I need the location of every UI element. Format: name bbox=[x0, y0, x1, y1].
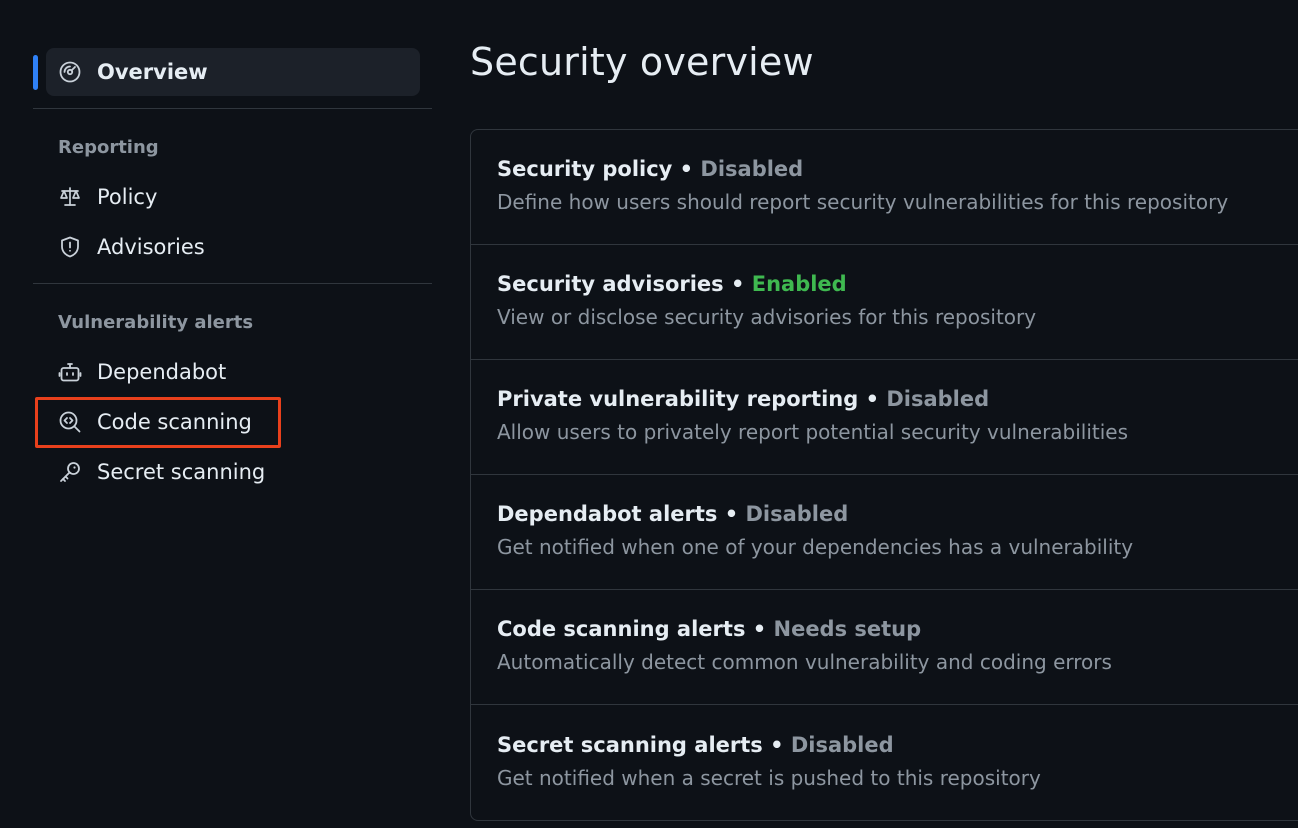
main-content: Security overview Security policy • Disa… bbox=[470, 0, 1298, 828]
sidebar-item-label: Secret scanning bbox=[97, 460, 266, 484]
law-icon bbox=[57, 184, 83, 210]
row-separator: • bbox=[672, 157, 701, 181]
status-badge: Disabled bbox=[790, 733, 894, 757]
row-title-text: Security advisories bbox=[497, 272, 724, 296]
status-badge: Disabled bbox=[700, 157, 804, 181]
row-title: Code scanning alerts • Needs setup bbox=[497, 617, 921, 641]
row-description: Define how users should report security … bbox=[497, 190, 1229, 214]
sidebar-item-secret-scanning[interactable]: Secret scanning bbox=[46, 448, 420, 496]
sidebar-item-advisories[interactable]: Advisories bbox=[46, 223, 420, 271]
list-item-private-vulnerability-reporting[interactable]: Private vulnerability reporting • Disabl… bbox=[471, 360, 1298, 475]
list-item-code-scanning-alerts[interactable]: Code scanning alerts • Needs setup Autom… bbox=[471, 590, 1298, 705]
meter-icon bbox=[57, 59, 83, 85]
sidebar-item-label: Code scanning bbox=[97, 410, 252, 434]
sidebar-item-label: Policy bbox=[97, 185, 158, 209]
row-title-text: Security policy bbox=[497, 157, 673, 181]
row-title-text: Private vulnerability reporting bbox=[497, 387, 859, 411]
sidebar-item-label: Dependabot bbox=[97, 360, 227, 384]
sidebar-item-policy[interactable]: Policy bbox=[46, 173, 420, 221]
sidebar-divider bbox=[33, 108, 432, 109]
row-title-text: Dependabot alerts bbox=[497, 502, 718, 526]
shield-icon bbox=[57, 234, 83, 260]
row-title: Security policy • Disabled bbox=[497, 157, 803, 181]
sidebar-item-overview[interactable]: Overview bbox=[46, 48, 420, 96]
row-title: Dependabot alerts • Disabled bbox=[497, 502, 848, 526]
active-indicator bbox=[33, 55, 38, 90]
status-badge: Disabled bbox=[745, 502, 849, 526]
group-label-vulnerability-alerts: Vulnerability alerts bbox=[58, 312, 254, 333]
row-separator: • bbox=[858, 387, 887, 411]
row-title: Private vulnerability reporting • Disabl… bbox=[497, 387, 989, 411]
group-label-reporting: Reporting bbox=[58, 137, 159, 158]
row-description: Automatically detect common vulnerabilit… bbox=[497, 650, 1112, 674]
status-badge: Enabled bbox=[751, 272, 847, 296]
sidebar-divider bbox=[33, 283, 432, 284]
codescan-icon bbox=[57, 409, 83, 435]
status-badge: Needs setup bbox=[773, 617, 922, 641]
sidebar-item-label: Overview bbox=[97, 60, 208, 84]
page-title: Security overview bbox=[470, 40, 814, 84]
list-item-dependabot-alerts[interactable]: Dependabot alerts • Disabled Get notifie… bbox=[471, 475, 1298, 590]
security-features-list: Security policy • Disabled Define how us… bbox=[470, 129, 1298, 821]
sidebar-item-label: Advisories bbox=[97, 235, 205, 259]
row-description: Get notified when a secret is pushed to … bbox=[497, 766, 1041, 790]
dependabot-icon bbox=[57, 359, 83, 385]
security-page: Overview Reporting Policy Advisories Vul… bbox=[0, 0, 1298, 828]
sidebar: Overview Reporting Policy Advisories Vul… bbox=[0, 0, 440, 828]
list-item-security-advisories[interactable]: Security advisories • Enabled View or di… bbox=[471, 245, 1298, 360]
row-separator: • bbox=[745, 617, 774, 641]
row-description: Get notified when one of your dependenci… bbox=[497, 535, 1134, 559]
row-title-text: Secret scanning alerts bbox=[497, 733, 763, 757]
row-separator: • bbox=[723, 272, 752, 296]
row-title: Security advisories • Enabled bbox=[497, 272, 847, 296]
status-badge: Disabled bbox=[886, 387, 990, 411]
row-separator: • bbox=[717, 502, 746, 526]
row-title: Secret scanning alerts • Disabled bbox=[497, 733, 894, 757]
list-item-security-policy[interactable]: Security policy • Disabled Define how us… bbox=[471, 130, 1298, 245]
row-separator: • bbox=[762, 733, 791, 757]
row-description: Allow users to privately report potentia… bbox=[497, 420, 1129, 444]
list-item-secret-scanning-alerts[interactable]: Secret scanning alerts • Disabled Get no… bbox=[471, 706, 1298, 820]
sidebar-item-dependabot[interactable]: Dependabot bbox=[46, 348, 420, 396]
row-description: View or disclose security advisories for… bbox=[497, 305, 1037, 329]
row-title-text: Code scanning alerts bbox=[497, 617, 746, 641]
sidebar-item-code-scanning[interactable]: Code scanning bbox=[46, 398, 420, 446]
key-icon bbox=[57, 459, 83, 485]
